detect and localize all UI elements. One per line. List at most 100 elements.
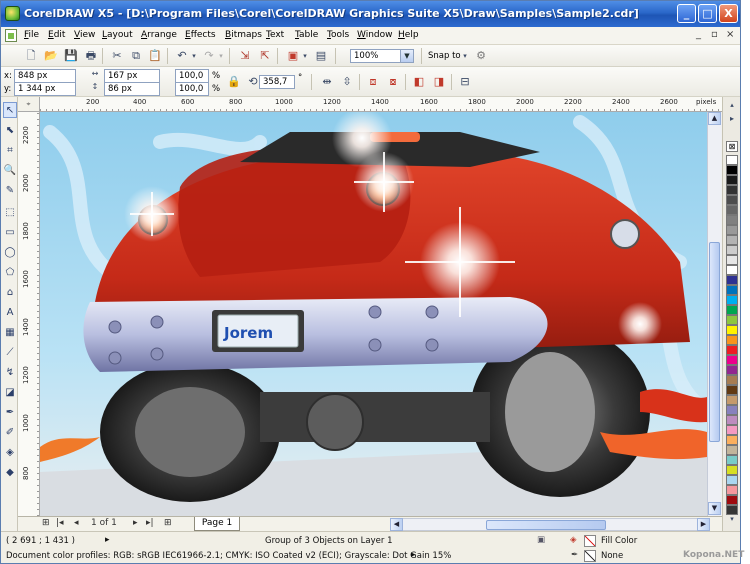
last-page-icon[interactable]: ▸| <box>146 518 154 528</box>
close-button[interactable]: X <box>719 4 738 23</box>
zoom-level-combo[interactable]: 100% ▼ <box>350 49 414 63</box>
palette-color-swatch[interactable] <box>726 475 738 485</box>
zoom-tool-icon[interactable]: 🔍 <box>3 163 17 179</box>
palette-color-swatch[interactable] <box>726 215 738 225</box>
rectangle-tool-icon[interactable]: ▭ <box>3 225 17 241</box>
ruler-origin[interactable]: ⌖ <box>18 97 40 112</box>
palette-color-swatch[interactable] <box>726 335 738 345</box>
to-front-icon[interactable]: ◧ <box>411 74 427 90</box>
paste-icon[interactable]: 📋 <box>147 48 163 64</box>
fill-bucket-icon[interactable]: ◈ <box>570 535 577 545</box>
menu-effects[interactable]: Effects <box>185 30 216 40</box>
interactive-fill-tool-icon[interactable]: ◆ <box>3 465 17 481</box>
palette-color-swatch[interactable] <box>726 355 738 365</box>
save-icon[interactable]: 💾 <box>63 48 79 64</box>
freehand-tool-icon[interactable]: ✎ <box>3 183 17 199</box>
horizontal-scroll-thumb[interactable] <box>486 520 606 530</box>
palette-flyout-icon[interactable]: ▸ <box>725 113 739 125</box>
doc-restore-button[interactable]: ▫ <box>711 29 718 40</box>
export-icon[interactable]: ⇱ <box>257 48 273 64</box>
palette-color-swatch[interactable] <box>726 405 738 415</box>
menu-table[interactable]: Table <box>295 30 318 40</box>
menu-tools[interactable]: Tools <box>327 30 349 40</box>
menu-file[interactable]: File <box>24 30 39 40</box>
next-page-icon[interactable]: ▸ <box>133 518 138 528</box>
smart-fill-tool-icon[interactable]: ⬚ <box>3 205 17 221</box>
snap-dropdown-icon[interactable]: ▾ <box>461 48 469 64</box>
application-launcher-icon[interactable]: ▣ <box>285 48 301 64</box>
horizontal-ruler[interactable]: 200 400 600 800 1000 1200 1400 1600 1800… <box>40 97 722 112</box>
add-page-icon[interactable]: ⊞ <box>42 518 50 528</box>
redo-dropdown-icon[interactable]: ▾ <box>217 48 225 64</box>
palette-color-swatch[interactable] <box>726 415 738 425</box>
palette-color-swatch[interactable] <box>726 395 738 405</box>
scroll-left-icon[interactable]: ◀ <box>390 518 403 531</box>
palette-color-swatch[interactable] <box>726 375 738 385</box>
color-profiles-info[interactable]: Document color profiles: RGB: sRGB IEC61… <box>6 551 451 561</box>
first-page-icon[interactable]: |◂ <box>56 518 64 528</box>
snap-to-label[interactable]: Snap to <box>428 51 461 61</box>
launcher-dropdown-icon[interactable]: ▾ <box>301 48 309 64</box>
palette-color-swatch[interactable] <box>726 435 738 445</box>
no-color-swatch[interactable]: ⊠ <box>726 141 738 152</box>
undo-dropdown-icon[interactable]: ▾ <box>190 48 198 64</box>
fill-tool-icon[interactable]: ◈ <box>3 445 17 461</box>
palette-color-swatch[interactable] <box>726 235 738 245</box>
outline-pen-icon[interactable]: ✒ <box>571 550 578 560</box>
color-profiles-arrow-icon[interactable]: ▸ <box>411 550 416 560</box>
blend-tool-icon[interactable]: ◪ <box>3 385 17 401</box>
options-icon[interactable]: ⚙ <box>473 48 489 64</box>
palette-color-swatch[interactable] <box>726 345 738 355</box>
crop-tool-icon[interactable]: ⌗ <box>3 143 17 159</box>
menu-bitmaps[interactable]: Bitmaps <box>225 30 262 40</box>
palette-color-swatch[interactable] <box>726 165 738 175</box>
menu-layout[interactable]: Layout <box>102 30 133 40</box>
palette-color-swatch[interactable] <box>726 255 738 265</box>
doc-close-button[interactable]: × <box>726 29 734 40</box>
outline-pen-tool-icon[interactable]: ✐ <box>3 425 17 441</box>
menu-view[interactable]: View <box>74 30 95 40</box>
text-tool-icon[interactable]: A <box>3 305 17 321</box>
object-height-field[interactable]: 86 px <box>104 82 160 96</box>
maximize-button[interactable]: □ <box>698 4 717 23</box>
horizontal-scrollbar[interactable]: ◀ ▶ <box>390 518 710 531</box>
mirror-vertical-icon[interactable]: ⇳ <box>339 74 355 90</box>
palette-color-swatch[interactable] <box>726 225 738 235</box>
to-back-icon[interactable]: ◨ <box>431 74 447 90</box>
palette-color-swatch[interactable] <box>726 295 738 305</box>
table-tool-icon[interactable]: ▦ <box>3 325 17 341</box>
redo-icon[interactable]: ↷ <box>201 48 217 64</box>
vertical-scrollbar[interactable]: ▲ ▼ <box>707 112 721 516</box>
print-icon[interactable]: 🖶 <box>83 48 99 64</box>
palette-color-swatch[interactable] <box>726 245 738 255</box>
ungroup-all-icon[interactable]: ⧇ <box>385 74 401 90</box>
palette-color-swatch[interactable] <box>726 205 738 215</box>
menu-help[interactable]: Help <box>398 30 419 40</box>
menu-arrange[interactable]: Arrange <box>141 30 177 40</box>
vertical-ruler[interactable]: 2200 2000 1800 1600 1400 1200 1000 800 <box>18 112 40 516</box>
scroll-up-icon[interactable]: ▲ <box>708 112 721 125</box>
scroll-down-icon[interactable]: ▼ <box>708 502 721 515</box>
outline-color-swatch[interactable] <box>584 550 596 562</box>
document-icon[interactable] <box>5 29 17 42</box>
palette-color-swatch[interactable] <box>726 175 738 185</box>
palette-color-swatch[interactable] <box>726 325 738 335</box>
palette-color-swatch[interactable] <box>726 195 738 205</box>
status-arrow-icon[interactable]: ▸ <box>105 535 110 545</box>
add-page-end-icon[interactable]: ⊞ <box>164 518 172 528</box>
palette-color-swatch[interactable] <box>726 265 738 275</box>
scale-x-field[interactable]: 100,0 <box>175 69 209 83</box>
palette-color-swatch[interactable] <box>726 285 738 295</box>
palette-color-swatch[interactable] <box>726 185 738 195</box>
coreldraw-app-icon[interactable] <box>5 6 20 21</box>
eyedropper-tool-icon[interactable]: ✒ <box>3 405 17 421</box>
pick-tool-icon[interactable]: ↖ <box>3 102 17 118</box>
mirror-horizontal-icon[interactable]: ⇹ <box>319 74 335 90</box>
welcome-screen-icon[interactable]: ▤ <box>313 48 329 64</box>
palette-color-swatch[interactable] <box>726 275 738 285</box>
lock-ratio-icon[interactable]: 🔒 <box>226 74 242 90</box>
drawing-canvas[interactable]: Jorem <box>40 112 707 516</box>
undo-icon[interactable]: ↶ <box>174 48 190 64</box>
shape-tool-icon[interactable]: ⬉ <box>3 123 17 139</box>
doc-minimize-button[interactable]: _ <box>696 29 701 40</box>
